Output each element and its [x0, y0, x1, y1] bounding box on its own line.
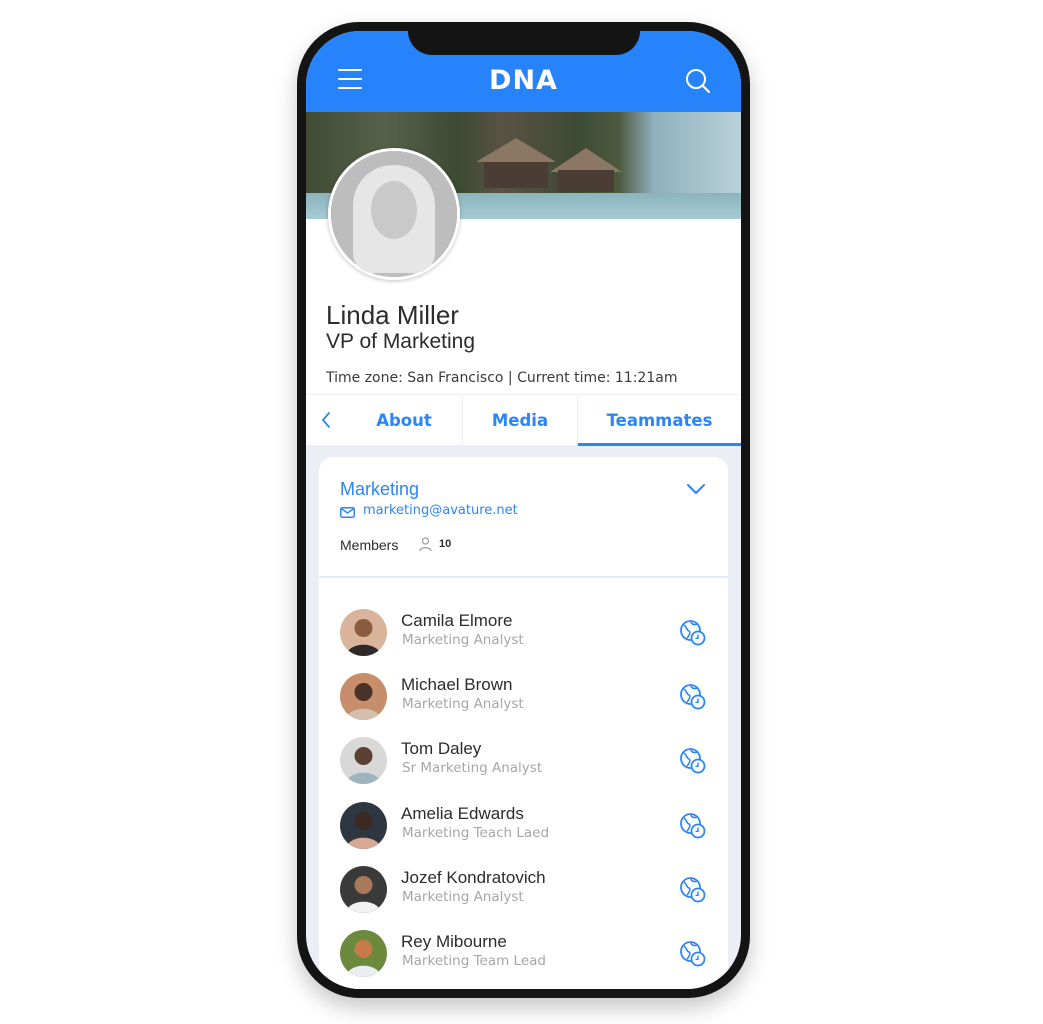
globe-clock-icon[interactable] — [679, 940, 707, 968]
member-name: Tom Daley — [401, 739, 482, 759]
member-name: Camila Elmore — [401, 611, 513, 630]
member-name: Rey Mibourne — [401, 932, 507, 951]
member-list-item[interactable]: Tom Daley Sr Marketing Analyst — [319, 737, 728, 797]
globe-clock-icon[interactable] — [679, 747, 707, 775]
member-role: Marketing Analyst — [402, 888, 524, 905]
members-count: 10 — [439, 538, 452, 550]
member-avatar — [340, 673, 387, 721]
member-avatar — [340, 609, 387, 656]
member-avatar — [340, 801, 387, 849]
member-list-item[interactable]: Rey Mibourne Marketing Team Lead — [319, 930, 728, 989]
globe-clock-icon[interactable] — [679, 619, 707, 647]
profile-job-title: VP of Marketing — [326, 330, 476, 353]
user-icon — [419, 537, 432, 552]
profile-timezone: Time zone: San Francisco | Current time:… — [326, 370, 678, 386]
chevron-left-icon[interactable] — [318, 409, 334, 431]
team-card: Marketing marketing@avature.net Members … — [319, 457, 728, 989]
member-role: Marketing Analyst — [402, 632, 524, 648]
member-avatar — [340, 930, 387, 977]
member-name: Amelia Edwards — [401, 803, 524, 823]
profile-tabs: About Media Teammates — [306, 394, 741, 446]
cover-hut-body — [558, 170, 614, 192]
tab-media[interactable]: Media — [463, 395, 578, 445]
globe-clock-icon[interactable] — [679, 876, 707, 904]
app-title: DNA — [489, 65, 558, 96]
device-notch — [408, 31, 640, 55]
profile-avatar — [328, 148, 460, 280]
members-label: Members — [340, 537, 399, 553]
globe-clock-icon[interactable] — [679, 683, 707, 711]
member-list-item[interactable]: Amelia Edwards Marketing Teach Laed — [319, 801, 728, 862]
card-divider — [319, 576, 728, 578]
tab-about[interactable]: About — [346, 395, 463, 445]
member-avatar — [340, 737, 387, 785]
member-role: Marketing Teach Laed — [402, 824, 550, 841]
member-role: Marketing Team Lead — [402, 953, 546, 969]
profile-name: Linda Miller — [326, 300, 459, 330]
member-avatar — [340, 865, 387, 913]
app-screen: DNA Linda Miller VP of Marketing Time zo… — [306, 31, 741, 989]
cover-hut-body — [484, 162, 548, 188]
member-list-item[interactable]: Camila Elmore Marketing Analyst — [319, 609, 728, 669]
member-role: Sr Marketing Analyst — [402, 760, 543, 777]
search-icon[interactable] — [685, 68, 711, 94]
phone-frame: DNA Linda Miller VP of Marketing Time zo… — [297, 22, 750, 998]
cover-hut — [476, 138, 556, 162]
active-tab-indicator — [578, 443, 741, 446]
cover-hut — [550, 148, 622, 172]
member-list-item[interactable]: Jozef Kondratovich Marketing Analyst — [319, 865, 728, 926]
member-name: Jozef Kondratovich — [401, 867, 546, 887]
member-role: Marketing Analyst — [402, 696, 524, 713]
globe-clock-icon[interactable] — [679, 812, 707, 840]
tab-teammates[interactable]: Teammates — [578, 395, 741, 445]
mail-icon — [340, 507, 355, 518]
group-name: Marketing — [340, 479, 420, 499]
group-email-link[interactable]: marketing@avature.net — [363, 503, 518, 518]
chevron-down-icon[interactable] — [686, 483, 706, 495]
member-list-item[interactable]: Michael Brown Marketing Analyst — [319, 673, 728, 733]
member-name: Michael Brown — [401, 675, 513, 695]
